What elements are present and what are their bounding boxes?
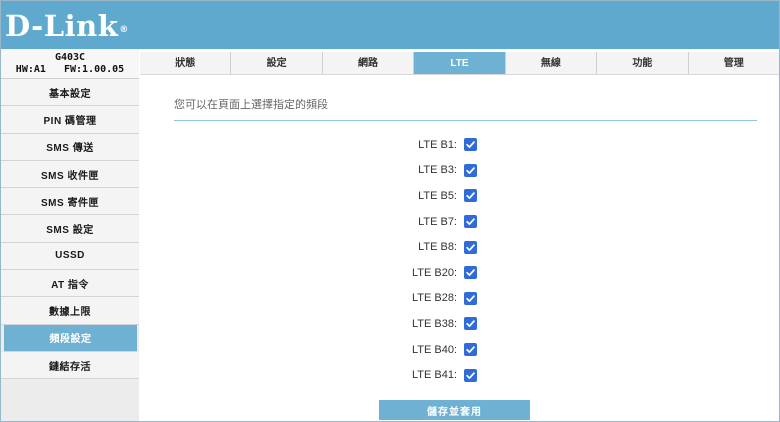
sidebar-item-data-limit[interactable]: 數據上限 [1, 297, 139, 325]
sidebar-item-sms-inbox[interactable]: SMS 收件匣 [1, 160, 139, 189]
tab-features[interactable]: 功能 [597, 52, 689, 74]
sidebar-item-band-settings[interactable]: 頻段設定 [4, 324, 137, 352]
sidebar: G403C HW:A1 FW:1.00.05 基本設定 PIN 碼管理 SMS … [1, 49, 139, 421]
band-row: LTE B1: [140, 132, 779, 158]
dlink-logo: D-Link® [5, 9, 129, 43]
band-label: LTE B5: [418, 189, 457, 202]
band-b7-checkbox[interactable] [464, 215, 477, 229]
sidebar-menu: 基本設定 PIN 碼管理 SMS 傳送 SMS 收件匣 SMS 寄件匣 SMS … [1, 79, 139, 380]
device-model: G403C [54, 52, 86, 63]
tab-management[interactable]: 管理 [689, 52, 779, 74]
band-row: LTE B38: [140, 311, 779, 337]
band-label: LTE B38: [411, 317, 457, 330]
intro-text: 您可以在頁面上選擇指定的頻段 [174, 99, 328, 111]
sidebar-item-at-command[interactable]: AT 指令 [1, 270, 139, 298]
band-b8-checkbox[interactable] [464, 240, 477, 254]
tab-status[interactable]: 狀態 [140, 52, 232, 74]
device-info: G403C HW:A1 FW:1.00.05 [1, 49, 139, 79]
sidebar-item-ussd[interactable]: USSD [1, 242, 139, 271]
band-label: LTE B40: [411, 343, 457, 356]
band-b3-checkbox[interactable] [464, 163, 477, 177]
band-b5-checkbox[interactable] [464, 189, 477, 203]
band-label: LTE B7: [418, 215, 457, 228]
sidebar-item-sms-send[interactable]: SMS 傳送 [1, 133, 139, 161]
sidebar-item-pin-management[interactable]: PIN 碼管理 [1, 106, 139, 134]
band-row: LTE B3: [140, 158, 779, 184]
sidebar-item-basic-settings[interactable]: 基本設定 [1, 79, 139, 107]
band-label: LTE B1: [418, 138, 457, 151]
top-tabs: 狀態 設定 網路 LTE 無線 功能 管理 [140, 52, 779, 75]
header-bar: D-Link® [1, 1, 779, 49]
checkmark-icon [466, 269, 475, 277]
band-row: LTE B8: [140, 234, 779, 260]
band-b38-checkbox[interactable] [464, 317, 477, 331]
checkmark-icon [466, 371, 475, 379]
checkmark-icon [466, 320, 475, 328]
device-version: HW:A1 FW:1.00.05 [15, 64, 125, 75]
tab-settings[interactable]: 設定 [231, 52, 323, 74]
checkmark-icon [466, 141, 475, 149]
sidebar-item-link-keepalive[interactable]: 鏈結存活 [1, 351, 139, 380]
sidebar-item-sms-outbox[interactable]: SMS 寄件匣 [1, 188, 139, 216]
band-row: LTE B5: [140, 183, 779, 209]
band-b20-checkbox[interactable] [464, 266, 477, 280]
band-row: LTE B7: [140, 209, 779, 235]
checkmark-icon [466, 192, 475, 200]
router-admin-window: D-Link® G403C HW:A1 FW:1.00.05 基本設定 PIN … [0, 0, 780, 422]
tab-wireless[interactable]: 無線 [506, 52, 598, 74]
band-b40-checkbox[interactable] [464, 343, 477, 357]
sidebar-item-sms-settings[interactable]: SMS 設定 [1, 215, 139, 243]
checkmark-icon [466, 243, 475, 251]
band-label: LTE B41: [411, 369, 457, 382]
band-label: LTE B28: [411, 292, 457, 305]
band-b41-checkbox[interactable] [464, 368, 477, 382]
band-label: LTE B8: [418, 241, 457, 254]
band-row: LTE B40: [140, 337, 779, 363]
tab-lte[interactable]: LTE [414, 52, 506, 74]
band-row: LTE B20: [140, 260, 779, 286]
band-b28-checkbox[interactable] [464, 291, 477, 305]
band-list: LTE B1: LTE B3: LTE B5: LTE B7: LTE B8: … [140, 132, 779, 388]
save-apply-button[interactable]: 儲存並套用 [379, 400, 530, 420]
checkmark-icon [466, 295, 475, 302]
section-divider [174, 120, 757, 121]
checkmark-icon [466, 218, 475, 226]
band-label: LTE B3: [418, 164, 457, 177]
content-panel: 您可以在頁面上選擇指定的頻段 LTE B1: LTE B3: LTE B5: L… [140, 76, 779, 421]
band-label: LTE B20: [411, 266, 457, 279]
tab-network[interactable]: 網路 [323, 52, 415, 74]
checkmark-icon [466, 167, 475, 174]
band-row: LTE B41: [140, 362, 779, 388]
band-row: LTE B28: [140, 286, 779, 312]
checkmark-icon [466, 346, 475, 353]
band-b1-checkbox[interactable] [464, 138, 477, 152]
